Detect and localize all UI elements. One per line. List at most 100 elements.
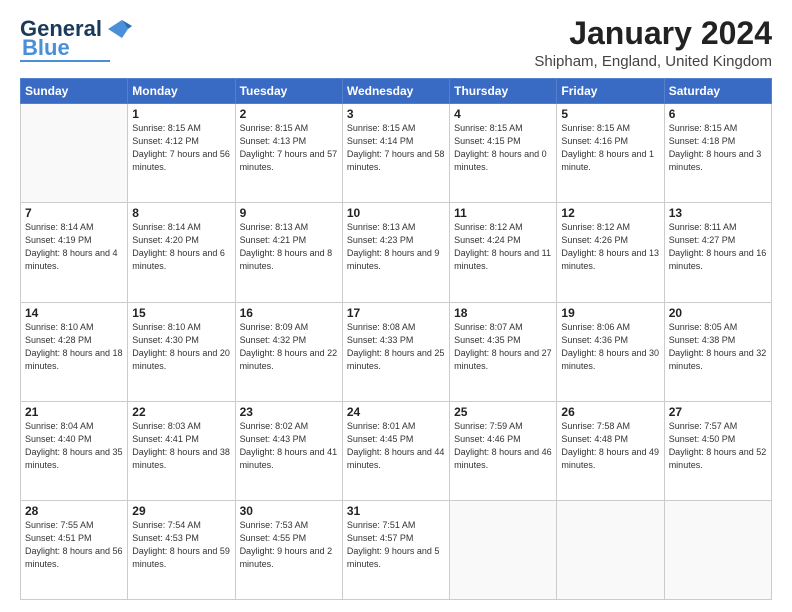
day-info: Sunrise: 8:15 AM Sunset: 4:14 PM Dayligh…: [347, 122, 445, 174]
table-row: 20Sunrise: 8:05 AM Sunset: 4:38 PM Dayli…: [664, 302, 771, 401]
day-info: Sunrise: 7:53 AM Sunset: 4:55 PM Dayligh…: [240, 519, 338, 571]
day-info: Sunrise: 8:11 AM Sunset: 4:27 PM Dayligh…: [669, 221, 767, 273]
day-number: 18: [454, 306, 552, 320]
day-info: Sunrise: 8:13 AM Sunset: 4:21 PM Dayligh…: [240, 221, 338, 273]
calendar-week-row: 28Sunrise: 7:55 AM Sunset: 4:51 PM Dayli…: [21, 500, 772, 599]
logo-underline: [20, 60, 110, 62]
col-wednesday: Wednesday: [342, 79, 449, 104]
day-number: 20: [669, 306, 767, 320]
day-number: 4: [454, 107, 552, 121]
table-row: 6Sunrise: 8:15 AM Sunset: 4:18 PM Daylig…: [664, 104, 771, 203]
day-number: 3: [347, 107, 445, 121]
table-row: 16Sunrise: 8:09 AM Sunset: 4:32 PM Dayli…: [235, 302, 342, 401]
day-info: Sunrise: 8:08 AM Sunset: 4:33 PM Dayligh…: [347, 321, 445, 373]
day-number: 2: [240, 107, 338, 121]
day-number: 16: [240, 306, 338, 320]
day-number: 1: [132, 107, 230, 121]
day-number: 23: [240, 405, 338, 419]
day-number: 5: [561, 107, 659, 121]
day-number: 26: [561, 405, 659, 419]
day-info: Sunrise: 8:10 AM Sunset: 4:28 PM Dayligh…: [25, 321, 123, 373]
calendar-week-row: 21Sunrise: 8:04 AM Sunset: 4:40 PM Dayli…: [21, 401, 772, 500]
day-number: 10: [347, 206, 445, 220]
table-row: [450, 500, 557, 599]
day-info: Sunrise: 8:12 AM Sunset: 4:26 PM Dayligh…: [561, 221, 659, 273]
day-info: Sunrise: 8:12 AM Sunset: 4:24 PM Dayligh…: [454, 221, 552, 273]
day-number: 11: [454, 206, 552, 220]
calendar-week-row: 7Sunrise: 8:14 AM Sunset: 4:19 PM Daylig…: [21, 203, 772, 302]
day-number: 19: [561, 306, 659, 320]
table-row: 27Sunrise: 7:57 AM Sunset: 4:50 PM Dayli…: [664, 401, 771, 500]
day-number: 27: [669, 405, 767, 419]
day-number: 17: [347, 306, 445, 320]
main-title: January 2024: [534, 16, 772, 51]
day-info: Sunrise: 8:04 AM Sunset: 4:40 PM Dayligh…: [25, 420, 123, 472]
table-row: 9Sunrise: 8:13 AM Sunset: 4:21 PM Daylig…: [235, 203, 342, 302]
day-info: Sunrise: 8:15 AM Sunset: 4:18 PM Dayligh…: [669, 122, 767, 174]
table-row: 14Sunrise: 8:10 AM Sunset: 4:28 PM Dayli…: [21, 302, 128, 401]
calendar-week-row: 14Sunrise: 8:10 AM Sunset: 4:28 PM Dayli…: [21, 302, 772, 401]
table-row: 31Sunrise: 7:51 AM Sunset: 4:57 PM Dayli…: [342, 500, 449, 599]
day-info: Sunrise: 8:14 AM Sunset: 4:19 PM Dayligh…: [25, 221, 123, 273]
day-number: 15: [132, 306, 230, 320]
day-number: 28: [25, 504, 123, 518]
day-number: 21: [25, 405, 123, 419]
table-row: 4Sunrise: 8:15 AM Sunset: 4:15 PM Daylig…: [450, 104, 557, 203]
table-row: 28Sunrise: 7:55 AM Sunset: 4:51 PM Dayli…: [21, 500, 128, 599]
table-row: 3Sunrise: 8:15 AM Sunset: 4:14 PM Daylig…: [342, 104, 449, 203]
title-block: January 2024 Shipham, England, United Ki…: [534, 16, 772, 70]
col-sunday: Sunday: [21, 79, 128, 104]
table-row: 10Sunrise: 8:13 AM Sunset: 4:23 PM Dayli…: [342, 203, 449, 302]
day-number: 25: [454, 405, 552, 419]
day-info: Sunrise: 8:13 AM Sunset: 4:23 PM Dayligh…: [347, 221, 445, 273]
day-info: Sunrise: 8:15 AM Sunset: 4:12 PM Dayligh…: [132, 122, 230, 174]
calendar-week-row: 1Sunrise: 8:15 AM Sunset: 4:12 PM Daylig…: [21, 104, 772, 203]
day-info: Sunrise: 8:06 AM Sunset: 4:36 PM Dayligh…: [561, 321, 659, 373]
day-number: 31: [347, 504, 445, 518]
table-row: 29Sunrise: 7:54 AM Sunset: 4:53 PM Dayli…: [128, 500, 235, 599]
day-number: 7: [25, 206, 123, 220]
table-row: 19Sunrise: 8:06 AM Sunset: 4:36 PM Dayli…: [557, 302, 664, 401]
table-row: 24Sunrise: 8:01 AM Sunset: 4:45 PM Dayli…: [342, 401, 449, 500]
table-row: [664, 500, 771, 599]
table-row: [21, 104, 128, 203]
logo-blue: Blue: [20, 38, 70, 58]
day-number: 30: [240, 504, 338, 518]
table-row: 2Sunrise: 8:15 AM Sunset: 4:13 PM Daylig…: [235, 104, 342, 203]
day-info: Sunrise: 8:07 AM Sunset: 4:35 PM Dayligh…: [454, 321, 552, 373]
day-number: 14: [25, 306, 123, 320]
col-monday: Monday: [128, 79, 235, 104]
table-row: 12Sunrise: 8:12 AM Sunset: 4:26 PM Dayli…: [557, 203, 664, 302]
day-info: Sunrise: 8:15 AM Sunset: 4:13 PM Dayligh…: [240, 122, 338, 174]
table-row: [557, 500, 664, 599]
day-info: Sunrise: 8:03 AM Sunset: 4:41 PM Dayligh…: [132, 420, 230, 472]
day-number: 29: [132, 504, 230, 518]
table-row: 23Sunrise: 8:02 AM Sunset: 4:43 PM Dayli…: [235, 401, 342, 500]
table-row: 17Sunrise: 8:08 AM Sunset: 4:33 PM Dayli…: [342, 302, 449, 401]
day-info: Sunrise: 7:59 AM Sunset: 4:46 PM Dayligh…: [454, 420, 552, 472]
day-info: Sunrise: 7:55 AM Sunset: 4:51 PM Dayligh…: [25, 519, 123, 571]
col-friday: Friday: [557, 79, 664, 104]
day-info: Sunrise: 8:02 AM Sunset: 4:43 PM Dayligh…: [240, 420, 338, 472]
day-info: Sunrise: 8:10 AM Sunset: 4:30 PM Dayligh…: [132, 321, 230, 373]
calendar-table: Sunday Monday Tuesday Wednesday Thursday…: [20, 78, 772, 600]
day-number: 9: [240, 206, 338, 220]
table-row: 30Sunrise: 7:53 AM Sunset: 4:55 PM Dayli…: [235, 500, 342, 599]
header: General Blue January 2024 Shipham, Engla…: [20, 16, 772, 70]
table-row: 21Sunrise: 8:04 AM Sunset: 4:40 PM Dayli…: [21, 401, 128, 500]
day-info: Sunrise: 8:09 AM Sunset: 4:32 PM Dayligh…: [240, 321, 338, 373]
table-row: 22Sunrise: 8:03 AM Sunset: 4:41 PM Dayli…: [128, 401, 235, 500]
day-info: Sunrise: 8:01 AM Sunset: 4:45 PM Dayligh…: [347, 420, 445, 472]
day-info: Sunrise: 7:58 AM Sunset: 4:48 PM Dayligh…: [561, 420, 659, 472]
col-thursday: Thursday: [450, 79, 557, 104]
table-row: 7Sunrise: 8:14 AM Sunset: 4:19 PM Daylig…: [21, 203, 128, 302]
day-info: Sunrise: 8:15 AM Sunset: 4:16 PM Dayligh…: [561, 122, 659, 174]
day-info: Sunrise: 7:57 AM Sunset: 4:50 PM Dayligh…: [669, 420, 767, 472]
day-number: 8: [132, 206, 230, 220]
day-number: 22: [132, 405, 230, 419]
day-number: 6: [669, 107, 767, 121]
subtitle: Shipham, England, United Kingdom: [534, 53, 772, 70]
table-row: 5Sunrise: 8:15 AM Sunset: 4:16 PM Daylig…: [557, 104, 664, 203]
logo-bird-icon: [104, 18, 132, 40]
calendar-header-row: Sunday Monday Tuesday Wednesday Thursday…: [21, 79, 772, 104]
